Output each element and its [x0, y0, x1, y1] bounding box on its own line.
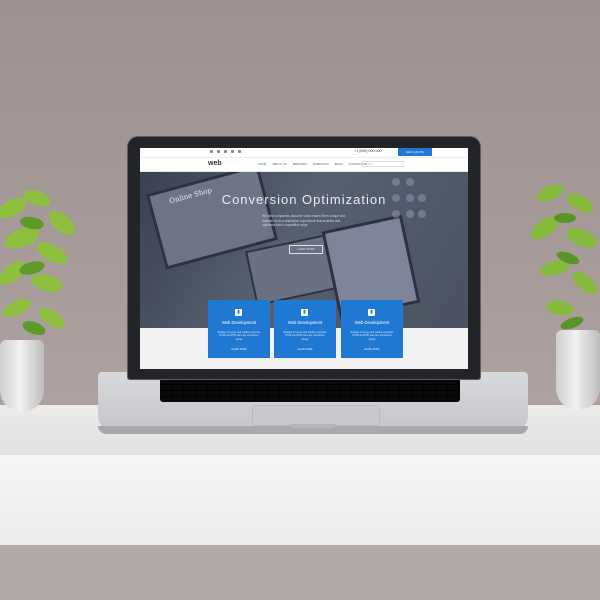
laptop-keyboard[interactable]	[160, 378, 460, 402]
social-icon[interactable]	[231, 150, 234, 153]
nav-item-services[interactable]: SERVICES	[293, 162, 307, 166]
hero-subtitle: We help companies discover what makes th…	[262, 214, 346, 227]
site-navbar: web HOME ABOUT US SERVICES PORTFOLIO BLO…	[140, 158, 468, 172]
document-icon: ▮	[235, 309, 242, 316]
card-link[interactable]: LEARN MORE	[290, 349, 320, 351]
card-title: Web Development	[221, 320, 257, 325]
document-icon: ▮	[368, 309, 375, 316]
service-card[interactable]: ▮ Web Development Building of secure and…	[274, 300, 336, 358]
laptop-notch	[290, 424, 336, 428]
social-links	[210, 150, 241, 153]
site-logo[interactable]: web	[208, 160, 222, 167]
laptop-lid: +1 (000) 000 000 GET A QUOTE web HOME AB…	[128, 137, 480, 379]
social-icon[interactable]	[217, 150, 220, 153]
social-icon[interactable]	[238, 150, 241, 153]
nav-menu: HOME ABOUT US SERVICES PORTFOLIO BLOG CO…	[258, 162, 367, 166]
nav-item-home[interactable]: HOME	[258, 162, 266, 166]
card-text: Building of secure and reliable corporat…	[350, 331, 394, 341]
card-title: Web Development	[354, 320, 390, 325]
card-text: Building of secure and reliable corporat…	[283, 331, 327, 341]
card-link[interactable]: LEARN MORE	[357, 349, 387, 351]
pot-left	[0, 340, 44, 412]
learn-more-button[interactable]: LEARN MORE	[289, 245, 323, 254]
nav-item-portfolio[interactable]: PORTFOLIO	[313, 162, 329, 166]
pot-right	[556, 330, 600, 410]
service-card[interactable]: ▮ Web Development Building of secure and…	[208, 300, 270, 358]
search-input[interactable]: Search	[362, 161, 404, 167]
social-icon[interactable]	[210, 150, 213, 153]
laptop-screen: +1 (000) 000 000 GET A QUOTE web HOME AB…	[140, 148, 468, 369]
phone-number: +1 (000) 000 000	[354, 149, 382, 153]
plant-left-icon	[0, 189, 76, 335]
card-text: Building of secure and reliable corporat…	[217, 331, 261, 341]
hero-title: Conversion Optimization	[221, 192, 387, 207]
service-card[interactable]: ▮ Web Development Building of secure and…	[341, 300, 403, 358]
get-quote-button[interactable]: GET A QUOTE	[398, 148, 432, 156]
card-link[interactable]: LEARN MORE	[224, 349, 254, 351]
nav-item-blog[interactable]: BLOG	[335, 162, 343, 166]
social-icon[interactable]	[224, 150, 227, 153]
desk-front-panel	[0, 455, 600, 545]
floor	[0, 545, 600, 600]
card-title: Web Development	[287, 320, 323, 325]
plant-right-icon	[531, 184, 598, 330]
site-topbar: +1 (000) 000 000 GET A QUOTE	[140, 148, 468, 158]
nav-item-about[interactable]: ABOUT US	[272, 162, 286, 166]
laptop-trackpad[interactable]	[252, 405, 380, 426]
document-icon: ▮	[301, 309, 308, 316]
